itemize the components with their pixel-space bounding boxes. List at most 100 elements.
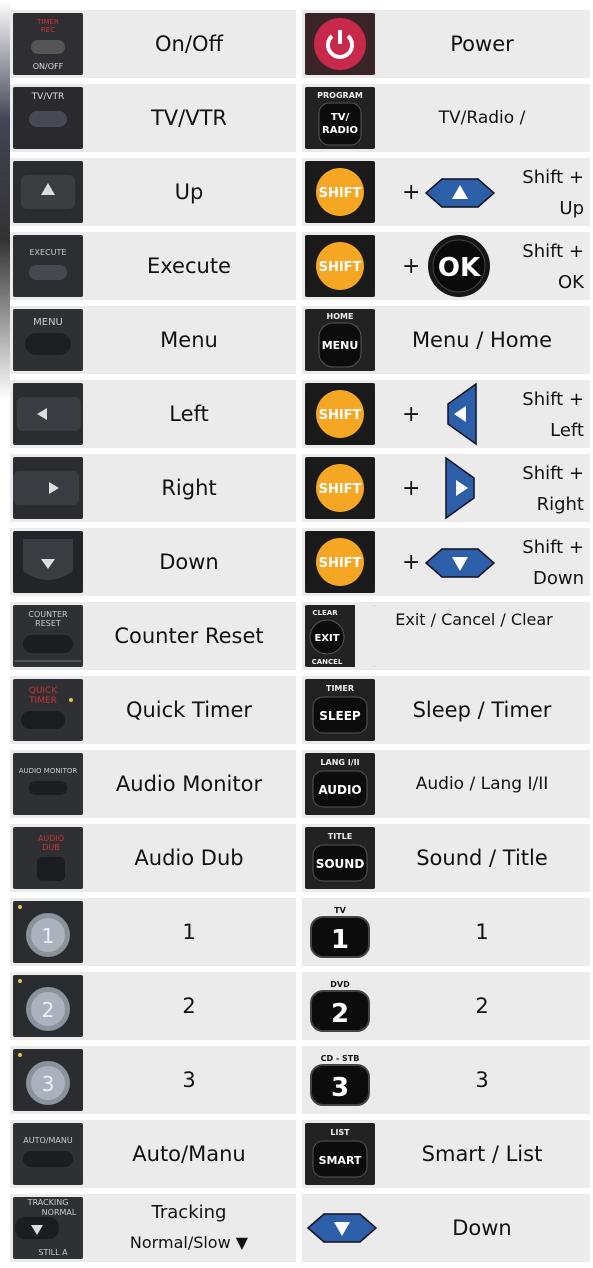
menu-button-icon: MENU [13,309,83,371]
left-cell: AUDIO DUB Audio Dub [10,824,296,892]
button-label: Sound / Title [416,846,548,870]
tv-radio-button-icon: PROGRAM TV/ RADIO [305,87,375,149]
svg-text:RESET: RESET [35,619,61,628]
number-3-cd-stb-button-icon: CD - STB 3 [305,1049,375,1111]
left-arrow-button-icon [13,383,83,445]
smart-list-button-icon: LIST SMART [305,1123,375,1185]
button-label: Execute [147,254,231,278]
timer-rec-on-off-button-icon: TIMER REC ON/OFF [13,13,83,75]
button-label: Right [161,476,217,500]
button-label: On/Off [155,32,223,56]
svg-text:TV/: TV/ [331,112,350,123]
tracking-button-icon: TRACKING NORMAL STILL A [13,1197,83,1259]
right-cell: SHIFT + Shift + Up [302,158,590,226]
table-row: AUTO/MANU Auto/Manu LIST SMART Smart / L… [10,1120,590,1188]
left-cell: Down [10,528,296,596]
audio-dub-button-icon: AUDIO DUB [13,827,83,889]
svg-text:3: 3 [331,1073,349,1103]
quick-timer-button-icon: QUICK TIMER [13,679,83,741]
button-label: Down [452,1216,512,1240]
table-row: EXECUTE Execute SHIFT + OK Shift + OK [10,232,590,300]
svg-text:2: 2 [42,998,55,1022]
svg-text:QUICK: QUICK [29,686,59,696]
svg-text:CANCEL: CANCEL [312,658,343,666]
svg-text:DVD: DVD [330,980,350,989]
shift-button-icon: SHIFT [305,161,375,223]
svg-text:SHIFT: SHIFT [319,186,362,201]
left-cell: Up [10,158,296,226]
left-cell: Right [10,454,296,522]
right-cell: CLEAR EXIT CANCEL Exit / Cancel / Clear [302,602,590,670]
svg-text:1: 1 [331,925,349,955]
right-cell: SHIFT + Shift + Down [302,528,590,596]
left-cell: QUICK TIMER Quick Timer [10,676,296,744]
button-label: 3 [182,1068,196,1092]
svg-text:COUNTER: COUNTER [28,610,68,619]
svg-text:REC: REC [41,26,55,34]
right-cell: SHIFT + Shift + Left [302,380,590,448]
table-row: MENU Menu HOME MENU Menu / Home [10,306,590,374]
audio-lang-button-icon: LANG I/II AUDIO [305,753,375,815]
left-cell: TRACKING NORMAL STILL A Tracking Normal/… [10,1194,296,1262]
svg-text:DUB: DUB [42,843,60,852]
svg-text:STILL A: STILL A [38,1248,68,1257]
svg-text:LANG I/II: LANG I/II [320,758,359,767]
right-cell: Power [302,10,590,78]
number-1-button-icon: 1 [13,901,83,963]
right-cell: HOME MENU Menu / Home [302,306,590,374]
button-label: Down [159,550,219,574]
button-label: Sleep / Timer [412,698,552,722]
left-cell: EXECUTE Execute [10,232,296,300]
remote-button-mapping-table: TIMER REC ON/OFF On/Off Power TV/VTR TV/… [10,10,590,1268]
right-arrow-pad-icon [442,456,480,524]
number-1-tv-button-icon: TV 1 [305,901,375,963]
number-2-dvd-button-icon: DVD 2 [305,975,375,1037]
remote-side-strip [0,0,10,400]
table-row: Left SHIFT + Shift + Left [10,380,590,448]
right-cell: PROGRAM TV/ RADIO TV/Radio / [302,84,590,152]
left-cell: 1 1 [10,898,296,966]
svg-text:MENU: MENU [322,339,359,352]
table-row: TRACKING NORMAL STILL A Tracking Normal/… [10,1194,590,1262]
button-label: Shift + Right [522,463,584,515]
right-cell: SHIFT + OK Shift + OK [302,232,590,300]
button-label: Exit / Cancel / Clear [395,610,553,629]
button-label: 2 [182,994,196,1018]
svg-text:TV/VTR: TV/VTR [31,92,65,102]
button-label: Tracking Normal/Slow ▼ [129,1202,249,1252]
svg-text:SLEEP: SLEEP [319,709,361,723]
plus-sign: + [402,253,421,279]
left-cell: 3 3 [10,1046,296,1114]
svg-text:CLEAR: CLEAR [312,609,338,617]
button-label: 3 [475,1068,489,1092]
svg-text:3: 3 [42,1072,55,1096]
table-row: 3 3 CD - STB 3 3 [10,1046,590,1114]
svg-text:PROGRAM: PROGRAM [317,91,363,100]
table-row: QUICK TIMER Quick Timer TIMER SLEEP Slee… [10,676,590,744]
audio-monitor-button-icon: AUDIO MONITOR [13,753,83,815]
left-cell: AUDIO MONITOR Audio Monitor [10,750,296,818]
right-cell: LANG I/II AUDIO Audio / Lang I/II [302,750,590,818]
right-cell: TITLE SOUND Sound / Title [302,824,590,892]
svg-text:MENU: MENU [33,317,63,328]
auto-manu-button-icon: AUTO/MANU [13,1123,83,1185]
button-label: Shift + OK [522,241,584,293]
button-label: Shift + Up [522,167,584,219]
plus-sign: + [402,401,421,427]
plus-sign: + [402,179,421,205]
execute-button-icon: EXECUTE [13,235,83,297]
svg-text:SHIFT: SHIFT [319,556,362,571]
button-label: 2 [475,994,489,1018]
power-button-icon [305,13,375,75]
sleep-timer-button-icon: TIMER SLEEP [305,679,375,741]
left-arrow-pad-icon [442,382,480,450]
button-label: Audio / Lang I/II [415,774,549,794]
button-label: 1 [475,920,489,944]
button-label: Auto/Manu [132,1142,246,1166]
svg-text:SHIFT: SHIFT [319,482,362,497]
right-cell: TIMER SLEEP Sleep / Timer [302,676,590,744]
svg-text:EXIT: EXIT [314,633,339,644]
shift-button-icon: SHIFT [305,457,375,519]
button-label: 1 [182,920,196,944]
svg-text:SOUND: SOUND [316,857,365,871]
